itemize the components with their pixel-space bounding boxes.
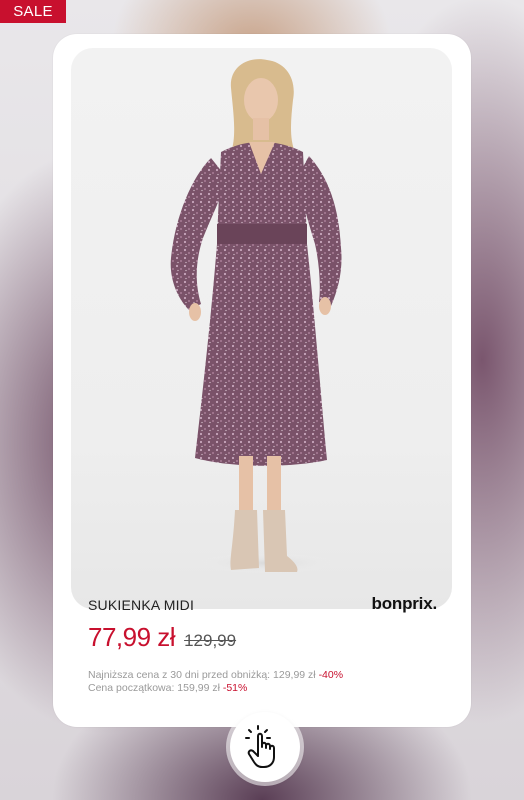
product-name[interactable]: SUKIENKA MIDI bbox=[88, 597, 194, 613]
initial-price-discount: -51% bbox=[222, 682, 248, 694]
current-price: 77,99 zł bbox=[88, 622, 176, 652]
lowest-price-note: Najniższa cena z 30 dni przed obniżką: 1… bbox=[88, 669, 343, 681]
old-price: 129,99 bbox=[184, 631, 237, 650]
tap-hand-icon bbox=[245, 725, 275, 768]
product-image[interactable] bbox=[71, 48, 452, 609]
brand-logo: bonprix. bbox=[371, 594, 438, 613]
initial-price-label: Cena początkowa: 159,99 zł bbox=[88, 682, 220, 694]
lowest-price-label: Najniższa cena z 30 dni przed obniżką: 1… bbox=[88, 669, 316, 681]
sale-badge: SALE bbox=[0, 0, 66, 23]
lowest-price-discount: -40% bbox=[318, 669, 344, 681]
price-row: 77,99 zł 129,99 bbox=[88, 622, 236, 653]
initial-price-note: Cena początkowa: 159,99 zł -51% bbox=[88, 682, 247, 694]
tap-button[interactable] bbox=[230, 712, 300, 782]
product-card[interactable]: SUKIENKA MIDI bonprix. 77,99 zł 129,99 N… bbox=[53, 34, 471, 727]
